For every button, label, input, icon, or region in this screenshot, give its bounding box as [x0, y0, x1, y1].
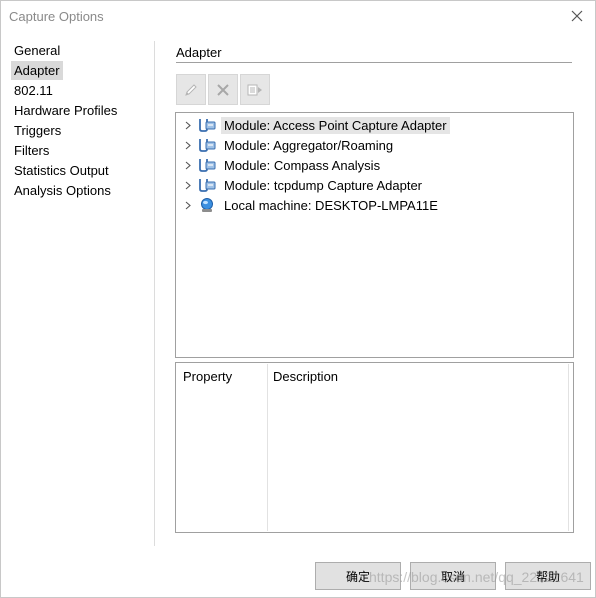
description-column-header[interactable]: Description — [273, 369, 338, 384]
cancel-button[interactable]: 取消 — [410, 562, 496, 590]
sidebar-item-analysis-options[interactable]: Analysis Options — [11, 181, 114, 200]
tree-node[interactable]: Module: tcpdump Capture Adapter — [182, 175, 425, 195]
ok-button[interactable]: 确定 — [315, 562, 401, 590]
chevron-right-icon[interactable] — [182, 135, 194, 155]
help-button[interactable]: 帮助 — [505, 562, 591, 590]
sidebar-item-filters[interactable]: Filters — [11, 141, 52, 160]
properties-panel: Property Description — [175, 362, 574, 533]
delete-icon — [217, 83, 229, 96]
sidebar-item-statistics-output[interactable]: Statistics Output — [11, 161, 112, 180]
title-bar: Capture Options — [1, 1, 595, 33]
sidebar-item-triggers[interactable]: Triggers — [11, 121, 64, 140]
column-divider — [568, 364, 569, 531]
close-icon — [571, 10, 583, 22]
properties-icon — [247, 84, 262, 95]
chevron-right-icon[interactable] — [182, 195, 194, 215]
edit-button[interactable] — [176, 74, 206, 105]
tree-node-label[interactable]: Local machine: DESKTOP-LMPA11E — [221, 197, 441, 214]
tree-node-label[interactable]: Module: Aggregator/Roaming — [221, 137, 396, 154]
tree-node-label[interactable]: Module: tcpdump Capture Adapter — [221, 177, 425, 194]
delete-button[interactable] — [208, 74, 238, 105]
computer-icon — [198, 196, 216, 214]
sidebar-item-hardware-profiles[interactable]: Hardware Profiles — [11, 101, 120, 120]
adapter-tree[interactable]: Module: Access Point Capture Adapter Mod… — [175, 112, 574, 358]
sidebar-item-adapter[interactable]: Adapter — [11, 61, 63, 80]
tree-node[interactable]: Local machine: DESKTOP-LMPA11E — [182, 195, 441, 215]
adapter-toolbar — [176, 74, 270, 106]
property-column-header[interactable]: Property — [183, 369, 232, 384]
capture-options-window: Capture Options General Adapter 802.11 H… — [0, 0, 596, 598]
tree-node-label[interactable]: Module: Access Point Capture Adapter — [221, 116, 450, 134]
section-title: Adapter — [176, 45, 222, 60]
edit-icon — [185, 83, 197, 96]
tree-node[interactable]: Module: Aggregator/Roaming — [182, 135, 396, 155]
tree-node[interactable]: Module: Access Point Capture Adapter — [182, 115, 450, 135]
properties-button[interactable] — [240, 74, 270, 105]
module-icon — [198, 136, 216, 154]
module-icon — [198, 156, 216, 174]
tree-node[interactable]: Module: Compass Analysis — [182, 155, 383, 175]
sidebar-item-general[interactable]: General — [11, 41, 63, 60]
chevron-right-icon[interactable] — [182, 155, 194, 175]
tree-node-label[interactable]: Module: Compass Analysis — [221, 157, 383, 174]
chevron-right-icon[interactable] — [182, 175, 194, 195]
close-button[interactable] — [565, 5, 589, 27]
options-sidebar: General Adapter 802.11 Hardware Profiles… — [9, 41, 155, 546]
column-divider — [267, 364, 268, 531]
sidebar-item-802-11[interactable]: 802.11 — [11, 81, 56, 100]
module-icon — [198, 116, 216, 134]
module-icon — [198, 176, 216, 194]
window-title: Capture Options — [9, 9, 104, 24]
section-divider — [176, 62, 572, 63]
chevron-right-icon[interactable] — [182, 115, 194, 135]
